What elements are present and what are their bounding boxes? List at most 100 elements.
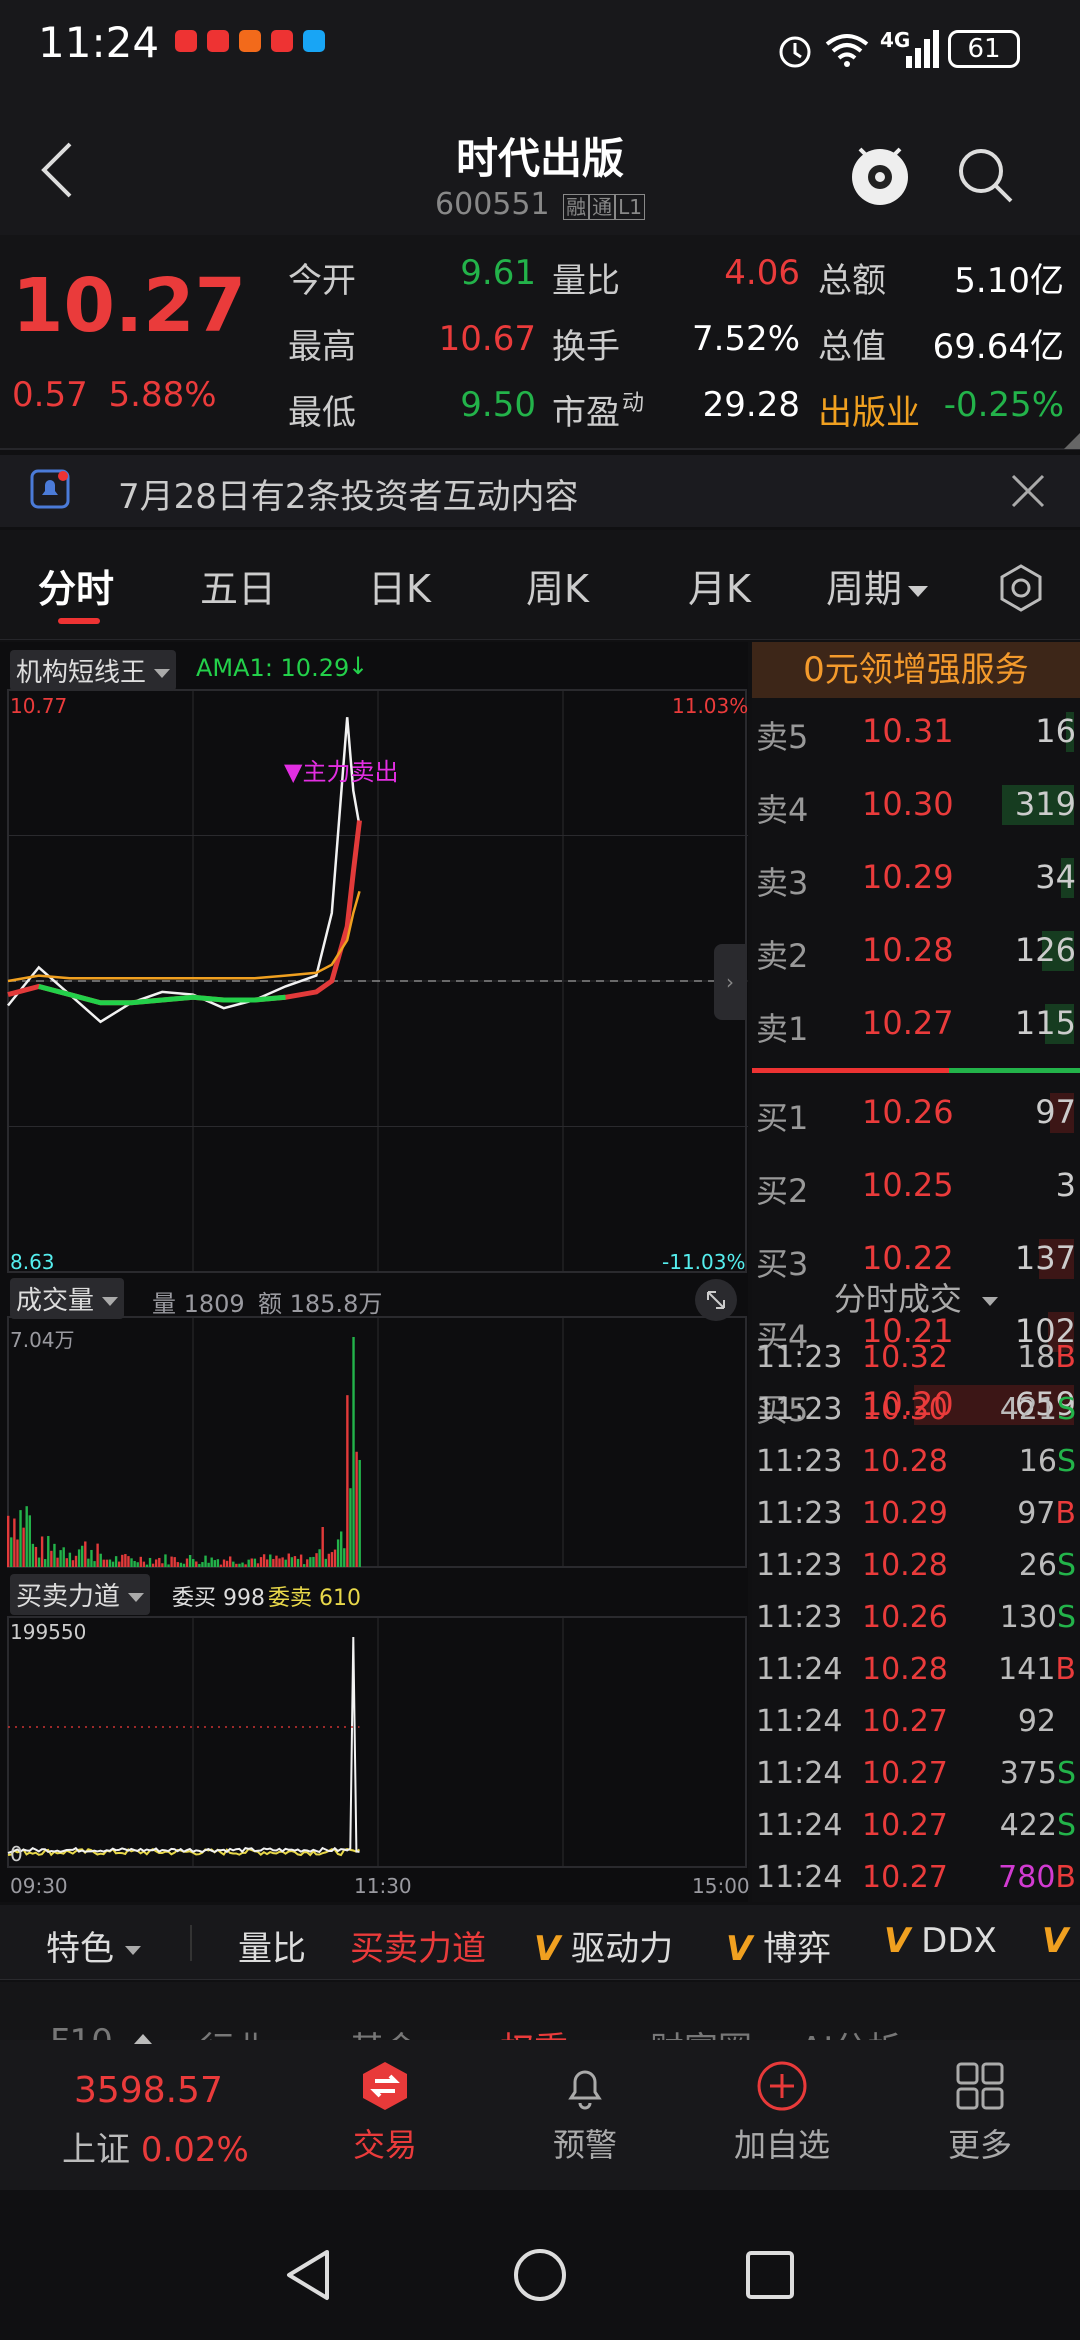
chevron-down-icon: [124, 1946, 141, 1955]
tab-week-k[interactable]: 周K: [526, 558, 589, 613]
trade-volume: 16S: [1019, 1444, 1076, 1479]
tab-five-day[interactable]: 五日: [200, 558, 276, 613]
trade-row: 11:24 10.27 422S: [752, 1804, 1080, 1852]
force-label: 买卖力道: [16, 1582, 121, 1612]
chevron-down-icon: [908, 586, 929, 597]
indicator-ddx[interactable]: V DDX: [884, 1921, 997, 1961]
volume-selector[interactable]: 成交量: [10, 1278, 125, 1319]
quote-label-0-1: 量比: [552, 261, 620, 301]
volume-bar: [192, 1559, 195, 1567]
axis-low: 8.63: [10, 1250, 55, 1274]
book-row-buy-1[interactable]: 买1 10.26 97: [752, 1085, 1080, 1145]
index-value[interactable]: 3598.57: [74, 2070, 223, 2111]
volume-bar: [343, 1548, 346, 1567]
investor-notice[interactable]: 7月28日有2条投资者互动内容: [0, 455, 1080, 527]
volume-bar: [31, 1543, 35, 1567]
trade-side: S: [1056, 1808, 1076, 1843]
volume-bar: [121, 1554, 124, 1567]
intraday-chart-area[interactable]: 机构短线王 AMA1: 10.29 ↓ 10.77 11.03% 8.63 -1…: [0, 642, 750, 1902]
indicator-volume-ratio[interactable]: 量比: [238, 1921, 306, 1970]
tab-day-k[interactable]: 日K: [368, 558, 431, 613]
tab-period-dropdown[interactable]: 周期: [826, 558, 929, 613]
trade-side: S: [1056, 1444, 1076, 1479]
indicator-selector[interactable]: 机构短线王: [10, 650, 177, 691]
search-icon[interactable]: [955, 145, 1015, 205]
volume-bar: [111, 1561, 115, 1567]
book-price: 10.27: [862, 1004, 954, 1042]
sub-tab-1[interactable]: 行业: [200, 2022, 268, 2040]
sub-tab-5[interactable]: AI分析: [800, 2022, 901, 2040]
volume-bar: [139, 1556, 142, 1567]
volume-bar: [81, 1545, 84, 1567]
nav-more[interactable]: 更多: [930, 2060, 1030, 2166]
sub-tab-0[interactable]: F10: [50, 2022, 113, 2040]
corner-expand-icon: [1064, 433, 1080, 449]
sub-tab-3[interactable]: 权重: [500, 2022, 568, 2040]
volume-bar: [269, 1554, 272, 1567]
trade-volume-value: 92: [1017, 1704, 1056, 1739]
volume-bar: [238, 1563, 241, 1567]
ama-label: AMA1: 10.29: [196, 654, 350, 682]
stock-header: 时代出版 600551 融通 L1: [0, 105, 1080, 235]
book-row-sell-2[interactable]: 卖4 10.30 319: [752, 777, 1080, 837]
volume-bar: [185, 1558, 189, 1567]
volume-bar: [114, 1556, 118, 1567]
expand-icon[interactable]: [694, 1278, 738, 1322]
settings-hexagon-icon[interactable]: [996, 563, 1046, 613]
chevron-down-icon: [102, 1297, 119, 1306]
nav-add-watch[interactable]: 加自选: [712, 2060, 852, 2166]
book-row-sell-5[interactable]: 卖1 10.27 115: [752, 996, 1080, 1056]
tag-tong: 通: [589, 194, 616, 220]
quote-value-1-0: 10.67: [438, 319, 536, 359]
trade-row: 11:23 10.32 18B: [752, 1336, 1080, 1384]
ama-down-arrow: ↓: [348, 652, 369, 680]
index-line[interactable]: 上证 0.02%: [62, 2122, 249, 2171]
close-icon[interactable]: [1010, 473, 1046, 509]
book-row-sell-1[interactable]: 卖5 10.31 16: [752, 704, 1080, 764]
recents-square-icon[interactable]: [745, 2250, 795, 2300]
volume-bar: [16, 1539, 19, 1567]
trade-volume: 375S: [1000, 1756, 1076, 1791]
nav-alert[interactable]: 预警: [535, 2060, 635, 2166]
indicator-drive[interactable]: V 驱动力: [534, 1921, 673, 1970]
quote-label-2-1: 市盈动: [552, 391, 645, 433]
back-triangle-icon[interactable]: [283, 2248, 333, 2302]
force-selector[interactable]: 买卖力道: [10, 1574, 151, 1615]
trade-row: 11:23 10.28 16S: [752, 1440, 1080, 1488]
trade-icon: [363, 2062, 407, 2110]
book-row-buy-2[interactable]: 买2 10.25 3: [752, 1158, 1080, 1218]
book-level: 卖1: [756, 1010, 809, 1048]
panel-frame: [7, 1616, 747, 1868]
collapse-handle[interactable]: ›: [714, 944, 746, 1020]
volume-bar: [278, 1558, 281, 1567]
tag-l1: L1: [615, 194, 645, 220]
volume-bar: [68, 1552, 72, 1567]
volume-bar: [235, 1563, 238, 1567]
sub-tab-2[interactable]: 基金: [350, 2022, 418, 2040]
tab-intraday[interactable]: 分时: [38, 558, 114, 613]
book-row-sell-4[interactable]: 卖2 10.28 126: [752, 923, 1080, 983]
quote-value-2-2: -0.25%: [943, 385, 1064, 425]
home-circle-icon[interactable]: [513, 2248, 567, 2302]
trade-time: 11:24: [756, 1652, 843, 1687]
tab-month-k[interactable]: 月K: [688, 558, 751, 613]
v-badge-icon: V: [884, 1921, 911, 1961]
indicator-special[interactable]: 特色: [46, 1921, 141, 1970]
enhanced-service-banner[interactable]: 0元领增强服务: [752, 642, 1080, 698]
chevron-up-icon[interactable]: [134, 2034, 152, 2044]
indicator-buy-sell-force[interactable]: 买卖力道: [350, 1921, 486, 1970]
robot-assistant-icon[interactable]: [845, 135, 915, 210]
order-book-panel: 0元领增强服务 卖5 10.31 16 卖4 10.30 319 卖3 10.29 34 卖2 10…: [752, 642, 1080, 1902]
tab-active-underline: [58, 618, 100, 624]
intraday-chart-svg[interactable]: [0, 642, 748, 1902]
sub-tab-4[interactable]: 财富圈: [650, 2022, 752, 2040]
indicator-game[interactable]: V 博弈: [726, 1921, 831, 1970]
volume-bar: [74, 1555, 78, 1567]
grid-icon: [956, 2062, 1004, 2110]
stock-title: 时代出版: [455, 134, 624, 183]
nav-trade[interactable]: 交易: [335, 2060, 435, 2166]
volume-bar: [136, 1562, 139, 1567]
book-row-sell-3[interactable]: 卖3 10.29 34: [752, 850, 1080, 910]
volume-bar: [145, 1564, 149, 1567]
trades-header[interactable]: 分时成交: [752, 1274, 1080, 1320]
